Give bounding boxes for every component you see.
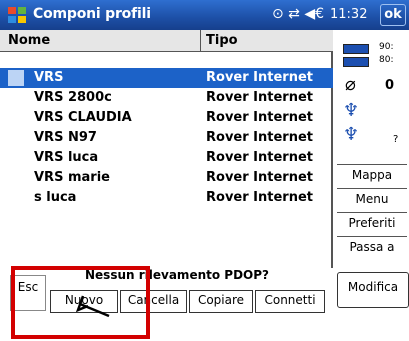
clock[interactable]: 11:32 [330, 7, 367, 22]
row-type: Rover Internet [206, 110, 313, 125]
list-row[interactable]: s luca Rover Internet [0, 188, 333, 208]
satellite-icon[interactable]: ⌀ [345, 74, 356, 95]
column-header-type[interactable]: Tipo [206, 33, 238, 48]
map-button[interactable]: Mappa [337, 164, 407, 187]
list-header: Nome Tipo [0, 30, 333, 52]
satellite-count: 0 [385, 78, 395, 93]
selection-marker [8, 70, 24, 86]
row-name: VRS luca [34, 150, 99, 165]
battery1-icon [343, 44, 369, 54]
list-row[interactable]: VRS 2800c Rover Internet [0, 88, 333, 108]
edit-button[interactable]: Modifica [337, 272, 409, 308]
copy-button[interactable]: Copiare [189, 290, 253, 313]
profile-list[interactable]: Nome Tipo VRS Rover Internet VRS 2800c R… [0, 30, 333, 268]
list-row[interactable]: VRS N97 Rover Internet [0, 128, 333, 148]
battery1-label: 90: [379, 42, 394, 52]
list-row-selected[interactable]: VRS Rover Internet [0, 68, 333, 88]
title-bar: Componi profili ⊙ ⇄ ◀€ 11:32 ok [0, 0, 409, 30]
stylus-pointer-icon [75, 295, 110, 318]
list-row[interactable]: VRS luca Rover Internet [0, 148, 333, 168]
row-name: VRS 2800c [34, 90, 112, 105]
row-type: Rover Internet [206, 190, 313, 205]
favorites-button[interactable]: Preferiti [337, 212, 407, 235]
row-type: Rover Internet [206, 170, 313, 185]
list-row[interactable]: VRS marie Rover Internet [0, 168, 333, 188]
row-name: VRS N97 [34, 130, 97, 145]
switch-to-button[interactable]: Passa a [337, 236, 407, 259]
radio-icon[interactable]: ♆ [343, 100, 359, 121]
row-name: s luca [34, 190, 77, 205]
side-panel: 90: 80: ⌀ 0 ♆ ♆ ? Mappa Menu Preferiti P… [335, 30, 409, 341]
column-header-name[interactable]: Nome [8, 33, 50, 48]
radio-link-icon[interactable]: ♆ [343, 124, 359, 145]
row-type: Rover Internet [206, 70, 313, 85]
row-type: Rover Internet [206, 130, 313, 145]
row-name: VRS marie [34, 170, 110, 185]
row-type: Rover Internet [206, 150, 313, 165]
battery2-icon [343, 57, 369, 67]
connect-button[interactable]: Connetti [255, 290, 325, 313]
window-title: Componi profili [33, 6, 151, 22]
row-type: Rover Internet [206, 90, 313, 105]
row-name: VRS CLAUDIA [34, 110, 132, 125]
radio-link-status: ? [393, 134, 399, 145]
ok-button[interactable]: ok [380, 4, 406, 26]
column-divider [200, 30, 201, 52]
system-status-icons[interactable]: ⊙ ⇄ ◀€ [272, 6, 324, 22]
list-row[interactable]: VRS CLAUDIA Rover Internet [0, 108, 333, 128]
menu-button[interactable]: Menu [337, 188, 407, 211]
row-name: VRS [34, 70, 64, 85]
battery2-label: 80: [379, 55, 394, 65]
windows-start-icon[interactable] [6, 4, 28, 26]
